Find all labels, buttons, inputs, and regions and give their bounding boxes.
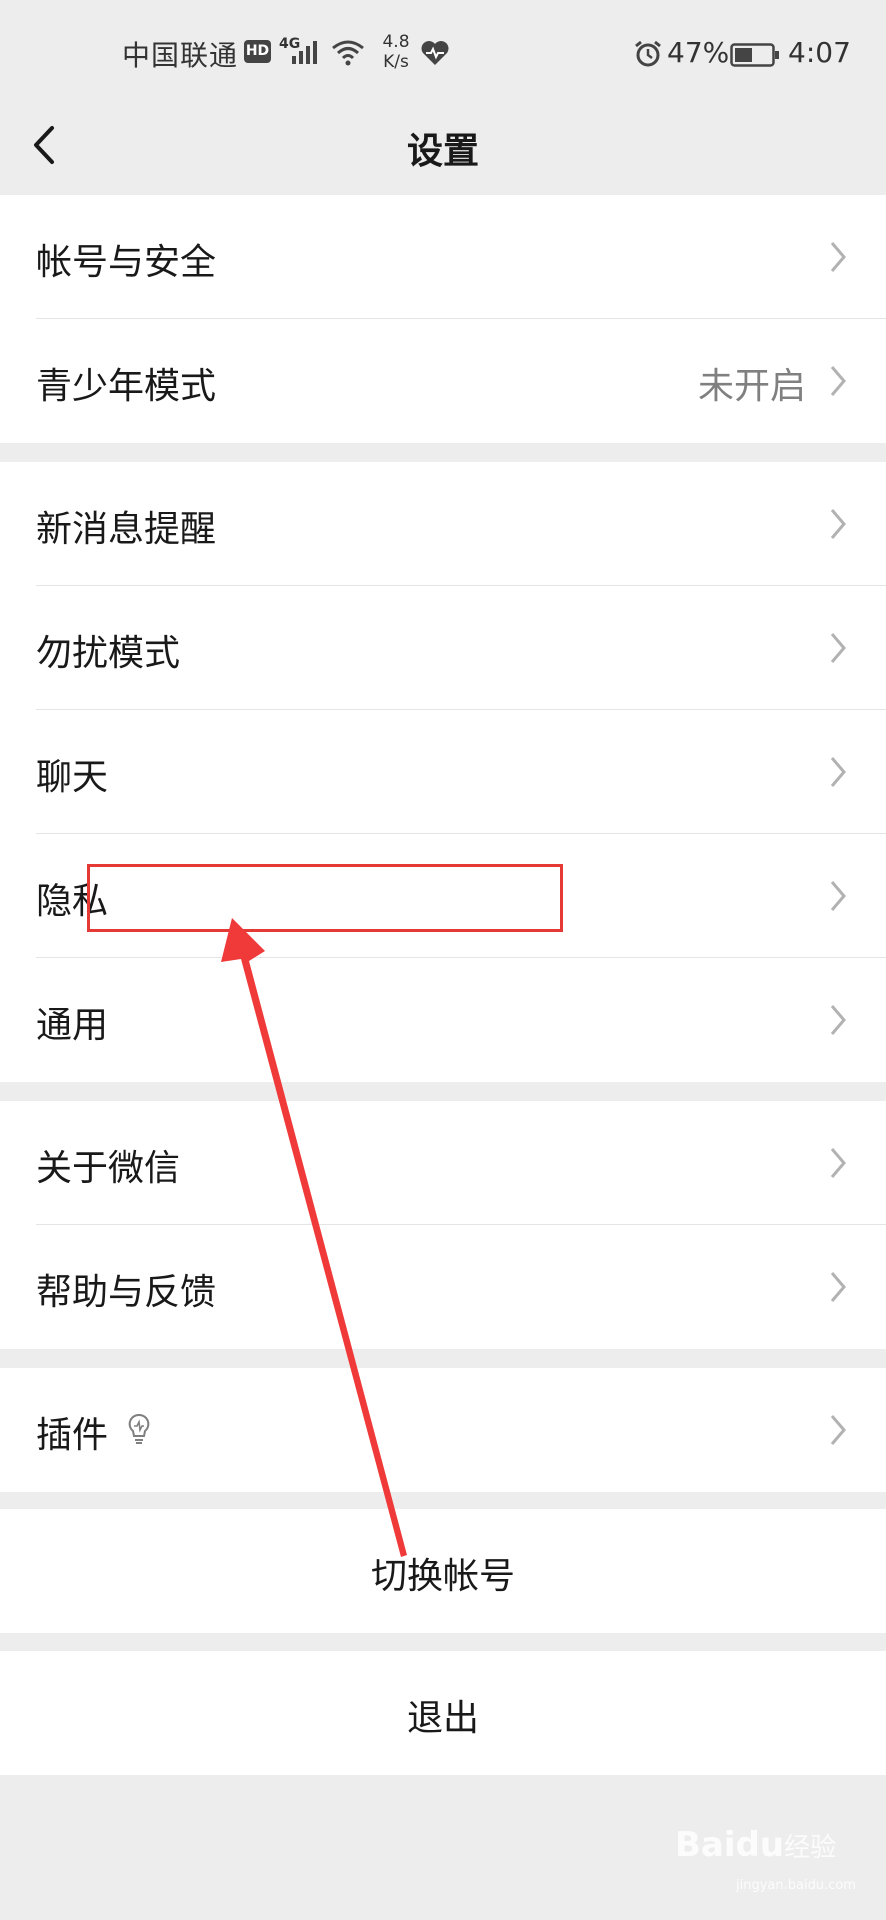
settings-item-plugins[interactable]: 插件 bbox=[0, 1368, 886, 1492]
battery-fill bbox=[735, 48, 752, 62]
item-label: 勿扰模式 bbox=[36, 633, 181, 674]
logout-group: 退出 bbox=[0, 1651, 886, 1775]
battery-icon bbox=[730, 43, 779, 67]
settings-screen: 中国联通 HD 4G 4.8 K/s 47% 4:07 设置 帐号与安全 青少年… bbox=[0, 0, 886, 1920]
page-title: 设置 bbox=[406, 131, 479, 172]
navigation-bar: 设置 bbox=[0, 100, 886, 195]
alarm-icon bbox=[635, 40, 661, 67]
settings-item-privacy[interactable]: 隐私 bbox=[0, 834, 886, 958]
speed-unit: K/s bbox=[383, 52, 409, 72]
watermark-url: jingyan.baidu.com bbox=[736, 1878, 856, 1893]
lightbulb-icon bbox=[128, 1413, 150, 1444]
carrier-name: 中国联通 bbox=[122, 39, 239, 72]
teen-mode-status: 未开启 bbox=[697, 366, 806, 407]
health-heart-icon bbox=[421, 41, 449, 65]
network-speed: 4.8 K/s bbox=[376, 32, 416, 72]
watermark-brand: Baidu bbox=[675, 1825, 785, 1865]
chevron-right-icon bbox=[830, 757, 846, 787]
settings-item-teen-mode[interactable]: 青少年模式 未开启 bbox=[0, 319, 886, 443]
item-label: 帮助与反馈 bbox=[36, 1272, 217, 1313]
settings-item-general[interactable]: 通用 bbox=[0, 958, 886, 1082]
chevron-right-icon bbox=[830, 1148, 846, 1178]
status-bar: 中国联通 HD 4G 4.8 K/s 47% 4:07 bbox=[0, 0, 886, 100]
switch-account-label: 切换帐号 bbox=[370, 1556, 515, 1597]
settings-item-notifications[interactable]: 新消息提醒 bbox=[0, 462, 886, 586]
chevron-right-icon bbox=[830, 1272, 846, 1302]
clock-time: 4:07 bbox=[788, 36, 851, 69]
item-label: 隐私 bbox=[36, 881, 109, 922]
item-label: 聊天 bbox=[36, 757, 109, 798]
chevron-right-icon bbox=[830, 633, 846, 663]
item-label: 青少年模式 bbox=[36, 366, 217, 407]
settings-item-help-feedback[interactable]: 帮助与反馈 bbox=[0, 1225, 886, 1349]
settings-item-do-not-disturb[interactable]: 勿扰模式 bbox=[0, 586, 886, 710]
settings-group-account: 帐号与安全 青少年模式 未开启 bbox=[0, 195, 886, 443]
logout-button[interactable]: 退出 bbox=[0, 1651, 886, 1775]
item-label: 新消息提醒 bbox=[36, 509, 217, 550]
switch-account-group: 切换帐号 bbox=[0, 1509, 886, 1633]
settings-item-chat[interactable]: 聊天 bbox=[0, 710, 886, 834]
chevron-right-icon bbox=[830, 509, 846, 539]
settings-group-about: 关于微信 帮助与反馈 bbox=[0, 1101, 886, 1349]
settings-group-general: 新消息提醒 勿扰模式 聊天 隐私 通用 bbox=[0, 462, 886, 1082]
chevron-right-icon bbox=[830, 1005, 846, 1035]
watermark-sub: 经验 bbox=[784, 1833, 837, 1863]
hd-badge: HD bbox=[244, 40, 271, 63]
settings-item-account-security[interactable]: 帐号与安全 bbox=[0, 195, 886, 319]
speed-value: 4.8 bbox=[382, 32, 410, 52]
wifi-icon bbox=[332, 40, 364, 66]
settings-item-about-wechat[interactable]: 关于微信 bbox=[0, 1101, 886, 1225]
item-label: 帐号与安全 bbox=[36, 242, 217, 283]
battery-percent: 47% bbox=[667, 36, 730, 69]
logout-label: 退出 bbox=[406, 1698, 479, 1739]
chevron-right-icon bbox=[830, 881, 846, 911]
baidu-watermark: Baidu经验 bbox=[675, 1825, 836, 1865]
chevron-right-icon bbox=[830, 1415, 846, 1445]
settings-group-plugins: 插件 bbox=[0, 1368, 886, 1492]
item-label: 通用 bbox=[36, 1005, 109, 1046]
item-label: 关于微信 bbox=[36, 1148, 181, 1189]
switch-account-button[interactable]: 切换帐号 bbox=[0, 1509, 886, 1633]
chevron-right-icon bbox=[830, 242, 846, 272]
signal-icon bbox=[292, 41, 317, 64]
item-label: 插件 bbox=[36, 1415, 109, 1456]
chevron-right-icon bbox=[830, 366, 846, 396]
